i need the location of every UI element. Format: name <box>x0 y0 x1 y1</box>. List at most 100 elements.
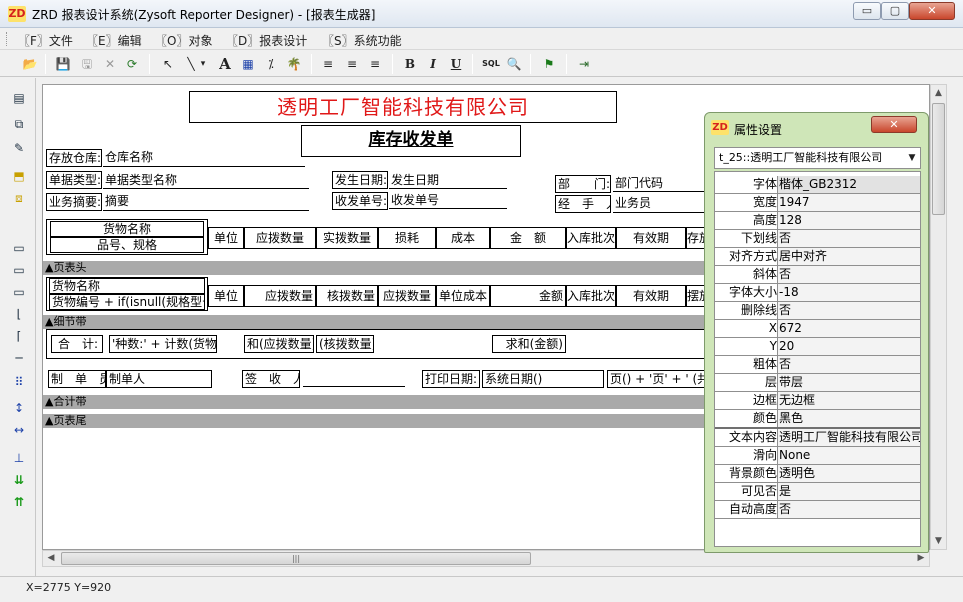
horizontal-scroll-thumb[interactable]: ||| <box>61 552 531 565</box>
frame-icon[interactable]: ▭ <box>8 282 30 302</box>
align-center-icon[interactable]: ≡ <box>342 54 362 74</box>
report-props-icon[interactable]: ▤ <box>8 88 30 108</box>
minimize-button[interactable]: ▭ <box>853 2 881 20</box>
sign-label[interactable]: 签 收 人: <box>242 370 300 388</box>
detail-due-qty[interactable]: 应拨数量 <box>244 285 316 307</box>
warehouse-value[interactable]: 仓库名称 <box>105 149 153 165</box>
handler-label[interactable]: 经 手 人: <box>555 195 611 213</box>
docno-value[interactable]: 收发单号 <box>391 192 439 208</box>
delete-icon[interactable]: ✕ <box>100 54 120 74</box>
menu-report-design[interactable]: 〖D〗报表设计 <box>226 32 307 49</box>
pointer-icon[interactable]: ↖ <box>158 54 178 74</box>
close-button[interactable]: ✕ <box>909 2 955 20</box>
same-width-icon[interactable]: ↔ <box>8 420 30 440</box>
header-loss[interactable]: 损耗 <box>378 227 436 249</box>
layer-icon[interactable]: ⬒ <box>8 166 30 186</box>
date-label[interactable]: 发生日期: <box>332 171 388 189</box>
property-row[interactable]: 高度 128 <box>715 212 920 230</box>
property-row[interactable]: 粗体 否 <box>715 356 920 374</box>
scroll-up-icon[interactable]: ▲ <box>931 85 946 101</box>
doctype-value[interactable]: 单据类型名称 <box>105 172 177 188</box>
scroll-down-icon[interactable]: ▼ <box>931 533 946 549</box>
header-cost[interactable]: 成本 <box>436 227 490 249</box>
vertical-scroll-thumb[interactable] <box>932 103 945 215</box>
header-unit[interactable]: 单位 <box>208 227 244 249</box>
group-icon[interactable]: ⧈ <box>8 188 30 208</box>
grid-icon[interactable]: ▦ <box>238 54 258 74</box>
property-row[interactable]: 颜色 黑色 <box>715 410 920 428</box>
warehouse-label[interactable]: 存放仓库: <box>46 149 102 167</box>
property-row[interactable]: 自动高度 否 <box>715 501 920 519</box>
docno-label[interactable]: 收发单号: <box>332 192 388 210</box>
detail-check-qty[interactable]: 核拨数量 <box>316 285 378 307</box>
summary-label[interactable]: 业务摘要: <box>46 193 102 211</box>
property-value[interactable]: None <box>777 447 920 464</box>
property-value[interactable]: 透明工厂智能科技有限公司 <box>777 429 920 446</box>
total-check-qty[interactable]: (核拨数量) <box>316 335 374 353</box>
print-date-label[interactable]: 打印日期: <box>422 370 480 388</box>
property-row[interactable]: 下划线 否 <box>715 230 920 248</box>
scroll-left-icon[interactable]: ◀ <box>43 551 59 566</box>
exit-icon[interactable]: ⇥ <box>574 54 594 74</box>
property-row[interactable]: 字体 楷体_GB2312 <box>715 176 920 194</box>
save-icon[interactable]: 💾 <box>53 54 73 74</box>
menu-file[interactable]: 〖F〗文件 <box>18 32 73 49</box>
header-actual-qty[interactable]: 实拨数量 <box>316 227 378 249</box>
property-value[interactable]: 否 <box>777 302 920 319</box>
property-scrollbar[interactable] <box>921 171 928 547</box>
detail-unit-cost[interactable]: 单位成本 <box>436 285 490 307</box>
property-value[interactable]: 楷体_GB2312 <box>777 176 920 193</box>
property-row[interactable]: 文本内容 透明工厂智能科技有限公司 <box>715 429 920 447</box>
save-as-icon[interactable]: 🖫 <box>77 54 97 74</box>
preview-icon[interactable]: 🔍 <box>504 54 524 74</box>
property-row[interactable]: 宽度 1947 <box>715 194 920 212</box>
property-row[interactable]: 背景颜色 透明色 <box>715 465 920 483</box>
header-spec[interactable]: 品号、规格 <box>50 237 204 253</box>
dept-value[interactable]: 部门代码 <box>615 175 663 191</box>
property-value[interactable]: 透明色 <box>777 465 920 482</box>
edit-icon[interactable]: ✎ <box>8 138 30 158</box>
handler-value[interactable]: 业务员 <box>615 195 651 211</box>
italic-icon[interactable]: I <box>423 54 443 74</box>
tree-icon[interactable]: 🌴 <box>284 54 304 74</box>
rectangle-icon[interactable]: ▭ <box>8 238 30 258</box>
align-right-icon[interactable]: ≡ <box>365 54 385 74</box>
same-height-icon[interactable]: ↕ <box>8 398 30 418</box>
property-row[interactable]: 字体大小 -18 <box>715 284 920 302</box>
detail-due-qty2[interactable]: 应拨数量 <box>378 285 436 307</box>
property-row[interactable]: 对齐方式 居中对齐 <box>715 248 920 266</box>
open-icon[interactable]: 📂 <box>20 54 40 74</box>
doctype-label[interactable]: 单据类型: <box>46 171 102 189</box>
flag-icon[interactable]: ⚑ <box>539 54 559 74</box>
total-amount[interactable]: 求和(金额) <box>492 335 566 353</box>
property-value[interactable]: 无边框 <box>777 392 920 409</box>
property-value[interactable]: 672 <box>777 320 920 337</box>
bold-icon[interactable]: B <box>400 54 420 74</box>
property-value[interactable]: 1947 <box>777 194 920 211</box>
detail-goods-code[interactable]: 货物编号 + if(isnull(规格型号 <box>49 294 205 310</box>
blank-tool-icon[interactable] <box>8 214 30 234</box>
total-due-qty[interactable]: 和(应拨数量) <box>244 335 314 353</box>
rounded-rect-icon[interactable]: ▭ <box>8 260 30 280</box>
move-up-icon[interactable]: ⇈ <box>8 492 30 512</box>
sql-icon[interactable]: SQL <box>480 54 502 74</box>
align-left-icon[interactable]: ≡ <box>318 54 338 74</box>
underline-icon[interactable]: U <box>446 54 466 74</box>
canvas-vertical-scrollbar[interactable]: ▲ ▼ <box>930 84 947 550</box>
header-in-batch[interactable]: 入库批次 <box>566 227 616 249</box>
maker-value[interactable]: 制单人 <box>106 370 212 388</box>
property-value[interactable]: -18 <box>777 284 920 301</box>
detail-in-batch[interactable]: 入库批次 <box>566 285 616 307</box>
total-count[interactable]: '种数:' + 计数(货物编 <box>109 335 217 353</box>
property-row[interactable]: 可见否 是 <box>715 483 920 501</box>
property-panel-titlebar[interactable]: ZD 属性设置 ✕ <box>705 113 928 141</box>
property-value[interactable]: 是 <box>777 483 920 500</box>
header-amount[interactable]: 金 额 <box>490 227 566 249</box>
property-value[interactable]: 居中对齐 <box>777 248 920 265</box>
property-close-button[interactable]: ✕ <box>871 116 917 133</box>
move-down-icon[interactable]: ⇊ <box>8 470 30 490</box>
percent-icon[interactable]: ⁒ <box>261 54 281 74</box>
property-row[interactable]: Y 20 <box>715 338 920 356</box>
property-value[interactable]: 否 <box>777 266 920 283</box>
scroll-right-icon[interactable]: ▶ <box>913 551 929 566</box>
